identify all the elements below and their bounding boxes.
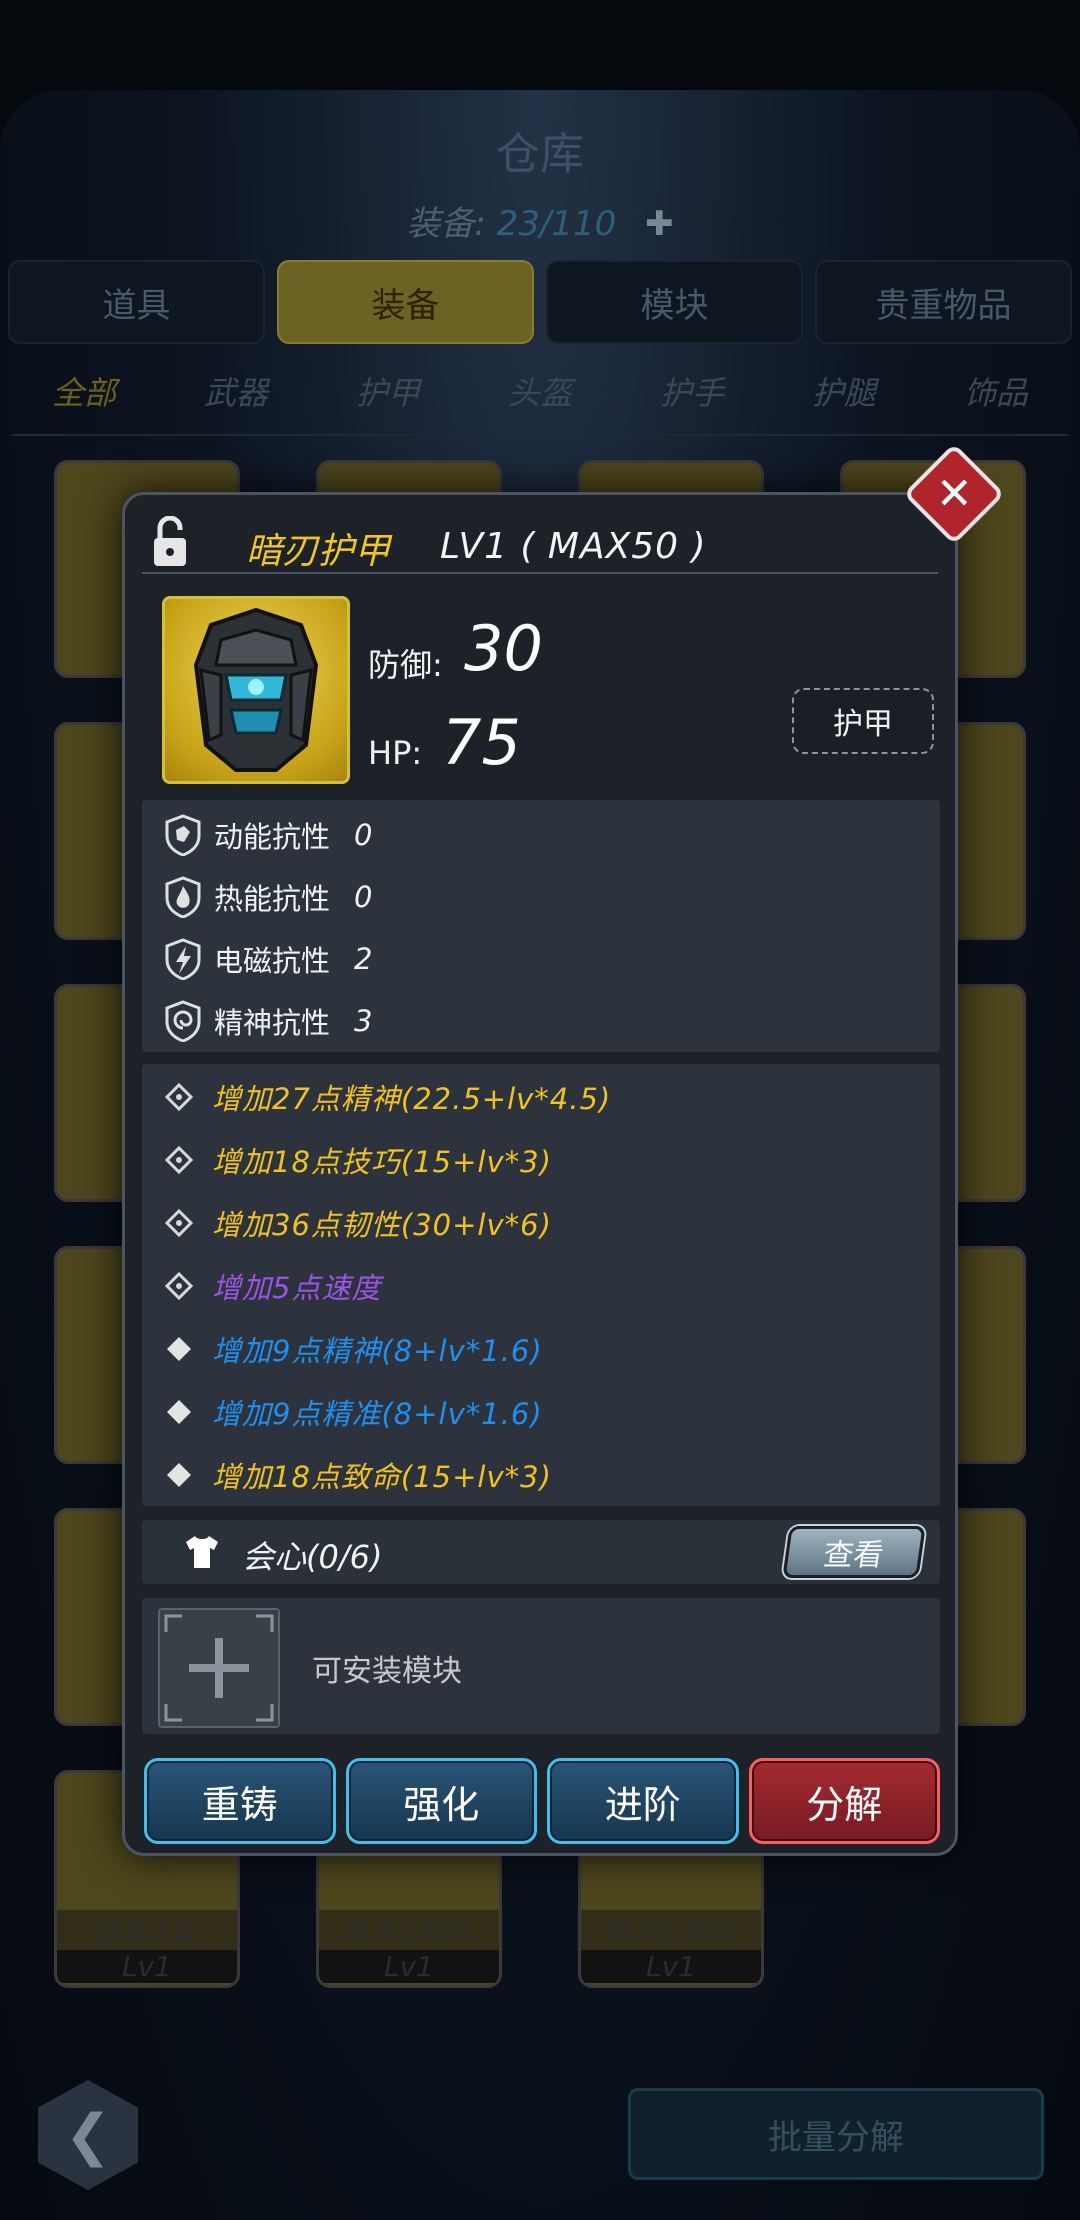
card-level: Lv1 xyxy=(57,1950,237,1983)
equipment-subtabs: 全部 武器 护甲 头盔 护手 护腿 饰品 xyxy=(12,368,1068,414)
resistance-row-kinetic: 动能抗性 0 xyxy=(164,812,372,858)
attribute-socket-icon xyxy=(164,1145,194,1175)
unlock-icon[interactable] xyxy=(152,516,188,568)
resistance-value: 2 xyxy=(354,942,373,976)
attribute-row: 增加9点精神(8+lv*1.6) xyxy=(164,1326,543,1372)
defense-value: 30 xyxy=(464,612,543,685)
card-level: Lv1 xyxy=(581,1950,761,1983)
attribute-socket-icon xyxy=(164,1082,194,1112)
item-level: LV1 ( MAX50 ) xyxy=(440,526,707,567)
tab-modules[interactable]: 模块 xyxy=(546,260,803,344)
card-name: 角斗士钩爪 xyxy=(581,1910,761,1951)
kinetic-resistance-icon xyxy=(165,814,201,856)
set-bonus-label: 会心(0/6) xyxy=(242,1538,383,1576)
attribute-text: 增加9点精准(8+lv*1.6) xyxy=(212,1397,543,1431)
resistance-value: 3 xyxy=(354,1004,373,1038)
recast-button[interactable]: 重铸 xyxy=(144,1758,336,1844)
subtab-weapon[interactable]: 武器 xyxy=(204,368,268,414)
resistance-label: 热能抗性 xyxy=(214,882,331,916)
subtab-gloves[interactable]: 护手 xyxy=(660,368,724,414)
expand-capacity-icon[interactable]: ✚ xyxy=(645,204,674,244)
card-level: Lv1 xyxy=(319,1950,499,1983)
enhance-button[interactable]: 强化 xyxy=(345,1758,537,1844)
resistance-label: 电磁抗性 xyxy=(214,944,331,978)
attribute-socket-icon xyxy=(164,1208,194,1238)
item-name: 暗刃护甲 xyxy=(246,531,391,572)
electromagnetic-resistance-icon xyxy=(165,938,201,980)
chevron-left-icon: ❮ xyxy=(64,2102,112,2168)
mental-resistance-icon xyxy=(165,1000,201,1042)
attribute-text: 增加36点韧性(30+lv*6) xyxy=(212,1208,552,1242)
module-slot[interactable] xyxy=(158,1608,280,1728)
dismantle-button[interactable]: 分解 xyxy=(748,1758,940,1844)
category-tabs: 道具 装备 模块 贵重物品 xyxy=(8,260,1072,344)
subtab-all[interactable]: 全部 xyxy=(52,368,116,414)
attribute-text: 增加18点技巧(15+lv*3) xyxy=(212,1145,552,1179)
diamond-icon xyxy=(164,1397,194,1427)
subtab-legs[interactable]: 护腿 xyxy=(812,368,876,414)
add-module-icon xyxy=(164,1614,274,1722)
subtab-divider xyxy=(12,434,1068,436)
attribute-text: 增加18点致命(15+lv*3) xyxy=(212,1460,552,1494)
attribute-row: 增加18点技巧(15+lv*3) xyxy=(164,1137,552,1183)
warehouse-title: 仓库 xyxy=(496,129,584,180)
resistance-value: 0 xyxy=(354,818,373,852)
diamond-icon xyxy=(164,1334,194,1364)
equipment-count-value: 23/110 xyxy=(496,204,617,244)
equipment-count-label: 装备: xyxy=(406,204,486,244)
defense-label: 防御: xyxy=(368,646,443,684)
tab-items[interactable]: 道具 xyxy=(8,260,265,344)
attribute-socket-icon xyxy=(164,1271,194,1301)
resistance-value: 0 xyxy=(354,880,373,914)
set-bonus-panel: 会心(0/6) 查看 xyxy=(142,1520,940,1584)
attribute-text: 增加27点精神(22.5+lv*4.5) xyxy=(212,1082,612,1116)
card-name: 冠军之证 xyxy=(57,1910,237,1951)
view-set-button[interactable]: 查看 xyxy=(782,1526,926,1578)
tab-equipment[interactable]: 装备 xyxy=(277,260,534,344)
attribute-panel: 增加27点精神(22.5+lv*4.5) 增加18点技巧(15+lv*3) 增加… xyxy=(142,1064,940,1506)
subtab-accessory[interactable]: 饰品 xyxy=(964,368,1028,414)
resistance-row-mental: 精神抗性 3 xyxy=(164,998,372,1044)
item-portrait xyxy=(162,596,350,784)
shirt-icon xyxy=(186,1536,218,1568)
resistance-label: 精神抗性 xyxy=(214,1006,331,1040)
card-name: 角斗士钩爪 xyxy=(319,1910,499,1951)
thermal-resistance-icon xyxy=(165,876,201,918)
attribute-text: 增加5点速度 xyxy=(212,1271,382,1305)
hp-label: HP: xyxy=(368,734,423,772)
hp-value: 75 xyxy=(442,706,521,779)
armor-icon xyxy=(193,607,319,772)
diamond-icon xyxy=(164,1460,194,1490)
subtab-helmet[interactable]: 头盔 xyxy=(508,368,572,414)
batch-dismantle-button[interactable]: 批量分解 xyxy=(628,2088,1044,2180)
attribute-row: 增加5点速度 xyxy=(164,1263,381,1309)
resistance-row-thermal: 热能抗性 0 xyxy=(164,874,372,920)
advance-button[interactable]: 进阶 xyxy=(547,1758,739,1844)
title-divider xyxy=(142,572,938,574)
attribute-text: 增加9点精神(8+lv*1.6) xyxy=(212,1334,543,1368)
subtab-armor[interactable]: 护甲 xyxy=(356,368,420,414)
attribute-row: 增加18点致命(15+lv*3) xyxy=(164,1452,552,1498)
equipment-count: 装备: 23/110 ✚ xyxy=(0,196,1080,245)
item-type-badge: 护甲 xyxy=(792,688,934,754)
attribute-row: 增加9点精准(8+lv*1.6) xyxy=(164,1389,543,1435)
tab-valuables[interactable]: 贵重物品 xyxy=(815,260,1072,344)
attribute-row: 增加27点精神(22.5+lv*4.5) xyxy=(164,1074,611,1120)
resistance-label: 动能抗性 xyxy=(214,820,331,854)
resistance-row-electromagnetic: 电磁抗性 2 xyxy=(164,936,372,982)
module-panel: 可安装模块 xyxy=(142,1598,940,1734)
attribute-row: 增加36点韧性(30+lv*6) xyxy=(164,1200,552,1246)
module-hint: 可安装模块 xyxy=(312,1654,462,1689)
close-icon: ✕ xyxy=(935,468,973,519)
resistance-panel: 动能抗性 0 热能抗性 0 电磁抗性 2 精神抗性 3 xyxy=(142,800,940,1052)
action-bar: 重铸 强化 进阶 分解 xyxy=(144,1758,940,1844)
